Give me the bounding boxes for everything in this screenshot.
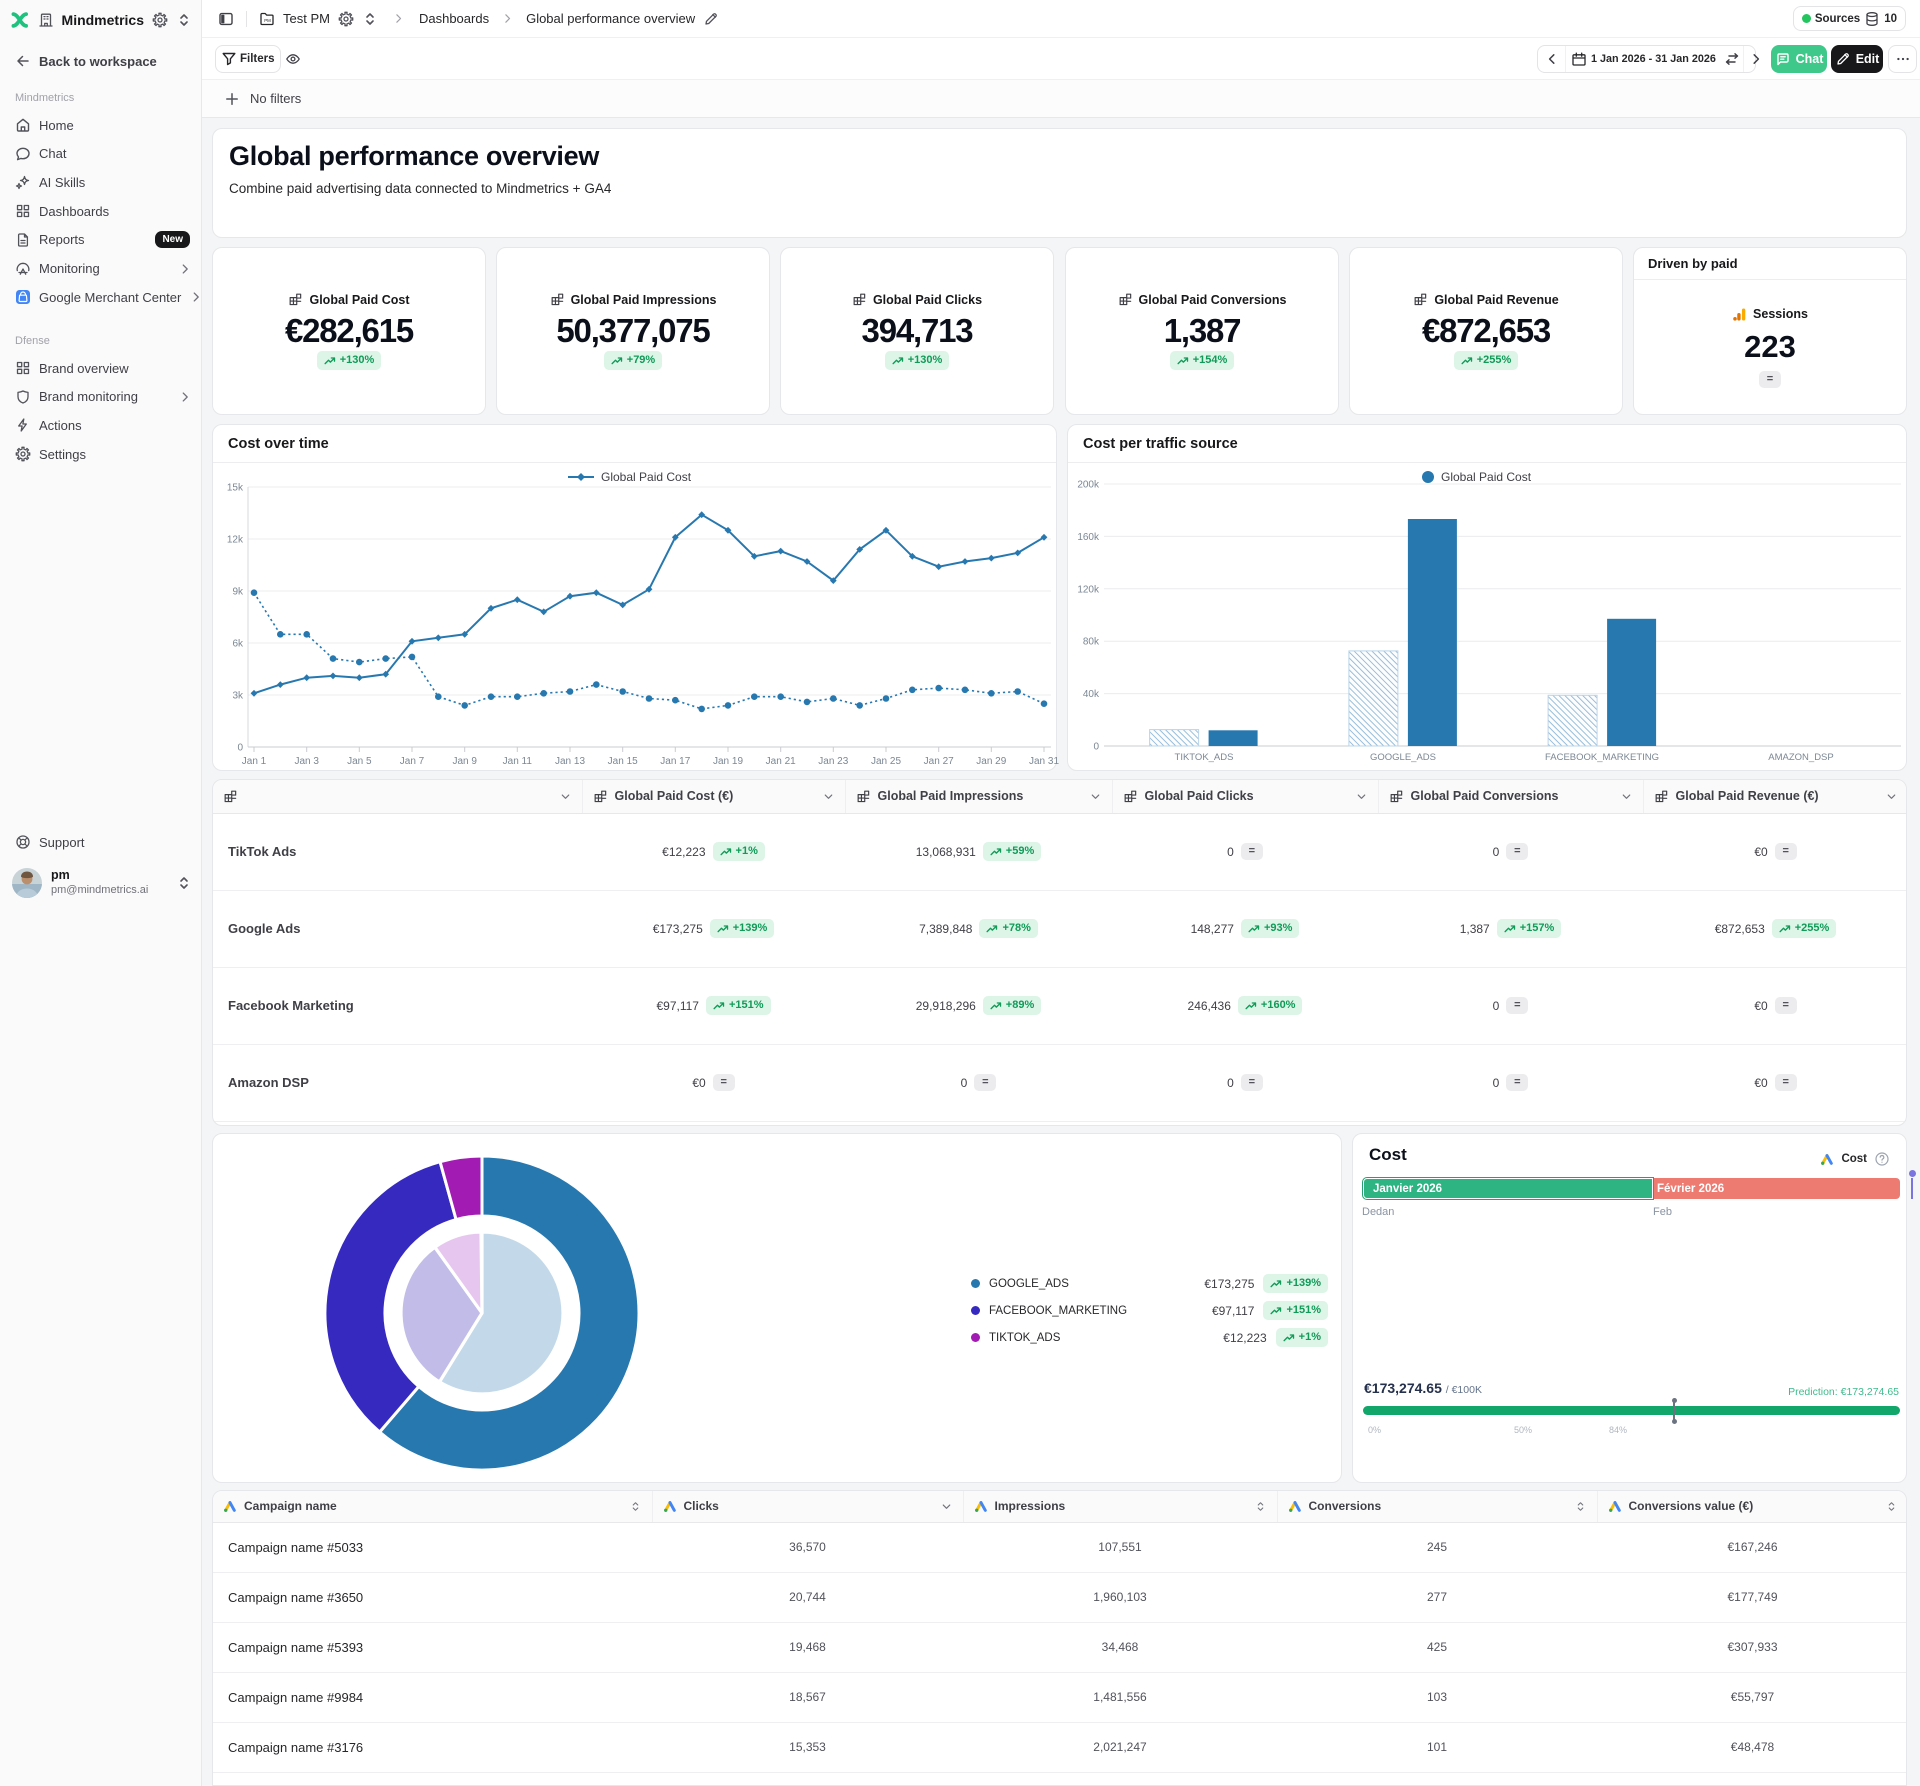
svg-text:Jan 19: Jan 19	[713, 756, 743, 767]
svg-text:9k: 9k	[232, 587, 244, 598]
svg-text:Jan 21: Jan 21	[766, 756, 796, 767]
svg-text:Jan 3: Jan 3	[294, 756, 319, 767]
svg-text:PM: PM	[264, 18, 271, 23]
svg-text:12k: 12k	[227, 535, 244, 546]
svg-text:160k: 160k	[1077, 532, 1100, 543]
svg-text:Jan 7: Jan 7	[400, 756, 425, 767]
svg-text:Global Paid Cost: Global Paid Cost	[1441, 470, 1532, 484]
svg-text:Jan 11: Jan 11	[503, 756, 533, 767]
svg-text:3k: 3k	[232, 691, 244, 702]
svg-text:TIKTOK_ADS: TIKTOK_ADS	[1175, 752, 1234, 763]
svg-text:200k: 200k	[1077, 480, 1100, 491]
svg-text:Jan 17: Jan 17	[660, 756, 690, 767]
svg-text:Global Paid Cost: Global Paid Cost	[601, 470, 692, 484]
svg-text:Jan 5: Jan 5	[347, 756, 372, 767]
svg-text:15k: 15k	[227, 483, 244, 494]
svg-text:0: 0	[237, 743, 243, 754]
svg-text:0: 0	[1093, 742, 1099, 753]
svg-text:Jan 13: Jan 13	[555, 756, 585, 767]
svg-text:Jan 27: Jan 27	[924, 756, 954, 767]
svg-text:Jan 23: Jan 23	[818, 756, 848, 767]
svg-text:Jan 15: Jan 15	[608, 756, 638, 767]
svg-text:AMAZON_DSP: AMAZON_DSP	[1768, 752, 1833, 763]
svg-text:120k: 120k	[1077, 584, 1100, 595]
svg-text:Jan 31: Jan 31	[1029, 756, 1059, 767]
svg-text:Jan 9: Jan 9	[452, 756, 477, 767]
svg-text:Jan 29: Jan 29	[976, 756, 1006, 767]
svg-text:40k: 40k	[1083, 689, 1100, 700]
svg-text:80k: 80k	[1083, 637, 1100, 648]
svg-text:Jan 1: Jan 1	[242, 756, 267, 767]
svg-text:Jan 25: Jan 25	[871, 756, 901, 767]
svg-text:6k: 6k	[232, 639, 244, 650]
svg-text:GOOGLE_ADS: GOOGLE_ADS	[1370, 752, 1436, 763]
svg-text:FACEBOOK_MARKETING: FACEBOOK_MARKETING	[1545, 752, 1659, 763]
